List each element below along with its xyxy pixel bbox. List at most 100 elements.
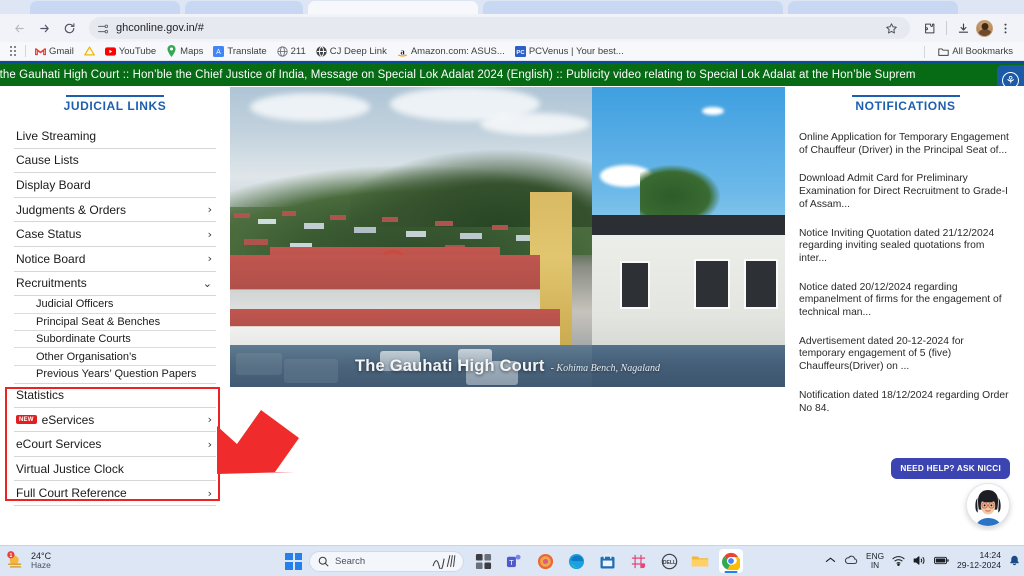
sidebar-subitem-label: Other Organisation’s (36, 350, 137, 363)
url-text: ghconline.gov.in/# (116, 22, 204, 34)
sidebar-item-notice-board[interactable]: Notice Board › (14, 247, 216, 272)
notifications-title: NOTIFICATIONS (799, 86, 1012, 118)
sidebar-subitem-subordinate-courts[interactable]: Subordinate Courts (14, 331, 216, 349)
copilot-icon[interactable] (533, 549, 557, 573)
snipping-tool-icon[interactable] (626, 549, 650, 573)
sidebar-item-live-streaming[interactable]: Live Streaming (14, 124, 216, 149)
sidebar-item-display-board[interactable]: Display Board (14, 173, 216, 198)
back-button[interactable] (8, 17, 30, 39)
edge-icon[interactable] (564, 549, 588, 573)
sidebar-subitem-previous-years-question-papers[interactable]: Previous Years’ Question Papers (14, 366, 216, 383)
sidebar-item-judgments-orders[interactable]: Judgments & Orders › (14, 198, 216, 223)
file-explorer-icon[interactable] (688, 549, 712, 573)
accessibility-icon[interactable]: ⚘ (997, 65, 1024, 86)
profile-avatar[interactable] (976, 19, 993, 37)
haze-icon: 1 (6, 551, 26, 571)
notification-item[interactable]: Notice dated 20/12/2024 regarding empane… (799, 282, 1012, 320)
browser-tab[interactable] (788, 1, 958, 14)
sidebar-title: JUDICIAL LINKS (14, 86, 216, 118)
browser-tab[interactable] (185, 1, 303, 14)
bookmark-pcvenus[interactable]: PC PCVenus | Your best... (510, 45, 629, 57)
notifications-panel: NOTIFICATIONS Online Application for Tem… (785, 86, 1024, 531)
sidebar-subitem-label: Principal Seat & Benches (36, 315, 161, 328)
volume-icon[interactable] (913, 555, 926, 568)
sidebar-item-ecourt-services[interactable]: eCourt Services › (14, 432, 216, 457)
notification-item[interactable]: Online Application for Temporary Engagem… (799, 132, 1012, 157)
bookmark-cj-deep-link[interactable]: CJ Deep Link (311, 46, 392, 57)
onedrive-icon[interactable] (844, 555, 858, 567)
pcvenus-icon: PC (514, 45, 526, 57)
sidebar-item-case-status[interactable]: Case Status › (14, 222, 216, 247)
bookmark-translate[interactable]: A Translate (208, 45, 271, 57)
address-bar[interactable]: ghconline.gov.in/# (89, 17, 910, 39)
teams-icon[interactable]: T (502, 549, 526, 573)
widgets-icon[interactable] (471, 549, 495, 573)
sidebar-subitem-principal-seat-benches[interactable]: Principal Seat & Benches (14, 314, 216, 331)
sidebar-item-full-court-reference[interactable]: Full Court Reference › (14, 481, 216, 507)
sidebar-item-label: eServices (41, 412, 95, 427)
bookmark-gmail[interactable]: Gmail (30, 46, 79, 57)
dell-icon[interactable]: DELL (657, 549, 681, 573)
reload-button[interactable] (58, 17, 80, 39)
browser-tab[interactable] (30, 1, 180, 14)
hero-caption: The Gauhati High Court - Kohima Bench, N… (230, 345, 785, 387)
taskbar-clock[interactable]: 14:24 29-12-2024 (957, 550, 1001, 571)
sidebar-item-label: Notice Board (16, 251, 86, 266)
notification-item[interactable]: Download Admit Card for Preliminary Exam… (799, 173, 1012, 211)
bookmarks-divider (924, 45, 926, 58)
start-button[interactable] (285, 552, 302, 570)
taskbar-search[interactable]: Search (309, 550, 464, 572)
sidebar-subitem-judicial-officers[interactable]: Judicial Officers (14, 296, 216, 314)
sidebar-item-recruitments[interactable]: Recruitments ⌄ (14, 272, 216, 297)
forward-button[interactable] (33, 17, 55, 39)
sidebar-item-eservices[interactable]: NEW eServices › (14, 408, 216, 433)
hero-image-carousel[interactable]: The Gauhati High Court - Kohima Bench, N… (230, 87, 785, 387)
news-ticker-banner[interactable]: t the Gauhati High Court :: Hon’ble the … (0, 61, 1024, 86)
wifi-icon[interactable] (892, 555, 905, 568)
sidebar-subitem-other-organisations[interactable]: Other Organisation’s (14, 348, 216, 366)
download-icon[interactable] (953, 18, 974, 39)
notification-item[interactable]: Advertisement dated 20-12-2024 for tempo… (799, 336, 1012, 374)
star-icon[interactable] (881, 18, 902, 39)
extensions-icon[interactable] (919, 18, 940, 39)
bookmark-amazon[interactable]: a Amazon.com: ASUS... (392, 46, 510, 57)
folder-icon (938, 46, 949, 57)
ask-nicci-button[interactable]: NEED HELP? ASK NICCI (891, 458, 1010, 479)
battery-icon[interactable] (934, 556, 949, 567)
tree (640, 165, 720, 217)
all-bookmarks-label: All Bookmarks (952, 46, 1013, 57)
annotation-arrow (217, 410, 299, 474)
chevron-right-icon: › (207, 252, 212, 266)
store-icon[interactable] (595, 549, 619, 573)
sidebar-item-cause-lists[interactable]: Cause Lists (14, 149, 216, 174)
notification-item[interactable]: Notification dated 18/12/2024 regarding … (799, 390, 1012, 415)
sidebar-item-virtual-justice-clock[interactable]: Virtual Justice Clock (14, 457, 216, 482)
nicci-assistant-avatar[interactable] (966, 483, 1010, 527)
bookmark-slides[interactable] (79, 46, 100, 57)
chevron-down-icon: ⌄ (202, 276, 212, 290)
svg-text:A: A (217, 49, 222, 56)
apps-grid-icon[interactable] (7, 45, 19, 57)
browser-tab[interactable] (483, 1, 783, 14)
hero-photo-left (230, 87, 592, 387)
notification-item[interactable]: Notice Inviting Quotation dated 21/12/20… (799, 228, 1012, 266)
language-indicator[interactable]: ENG IN (866, 552, 884, 569)
bell-icon[interactable] (1009, 554, 1020, 568)
gmail-icon (35, 46, 46, 57)
site-settings-icon[interactable] (97, 22, 109, 34)
browser-tab-active[interactable] (308, 1, 478, 14)
globe-icon (316, 45, 327, 57)
chrome-menu-icon[interactable] (995, 18, 1016, 39)
svg-text:a: a (400, 46, 405, 56)
bookmark-youtube[interactable]: YouTube (100, 46, 161, 57)
all-bookmarks-button[interactable]: All Bookmarks (933, 46, 1018, 57)
chevron-right-icon: › (207, 203, 212, 217)
system-tray: ENG IN 14:24 29-12-2024 (825, 550, 1020, 571)
chrome-icon[interactable] (719, 549, 743, 573)
triangle-icon (83, 46, 95, 57)
bookmark-211[interactable]: 211 (272, 46, 311, 57)
chevron-up-icon[interactable] (825, 556, 836, 566)
sidebar-item-statistics[interactable]: Statistics (14, 383, 216, 408)
taskbar-weather-widget[interactable]: 1 24°C Haze (0, 551, 150, 571)
bookmark-maps[interactable]: Maps (161, 45, 208, 57)
